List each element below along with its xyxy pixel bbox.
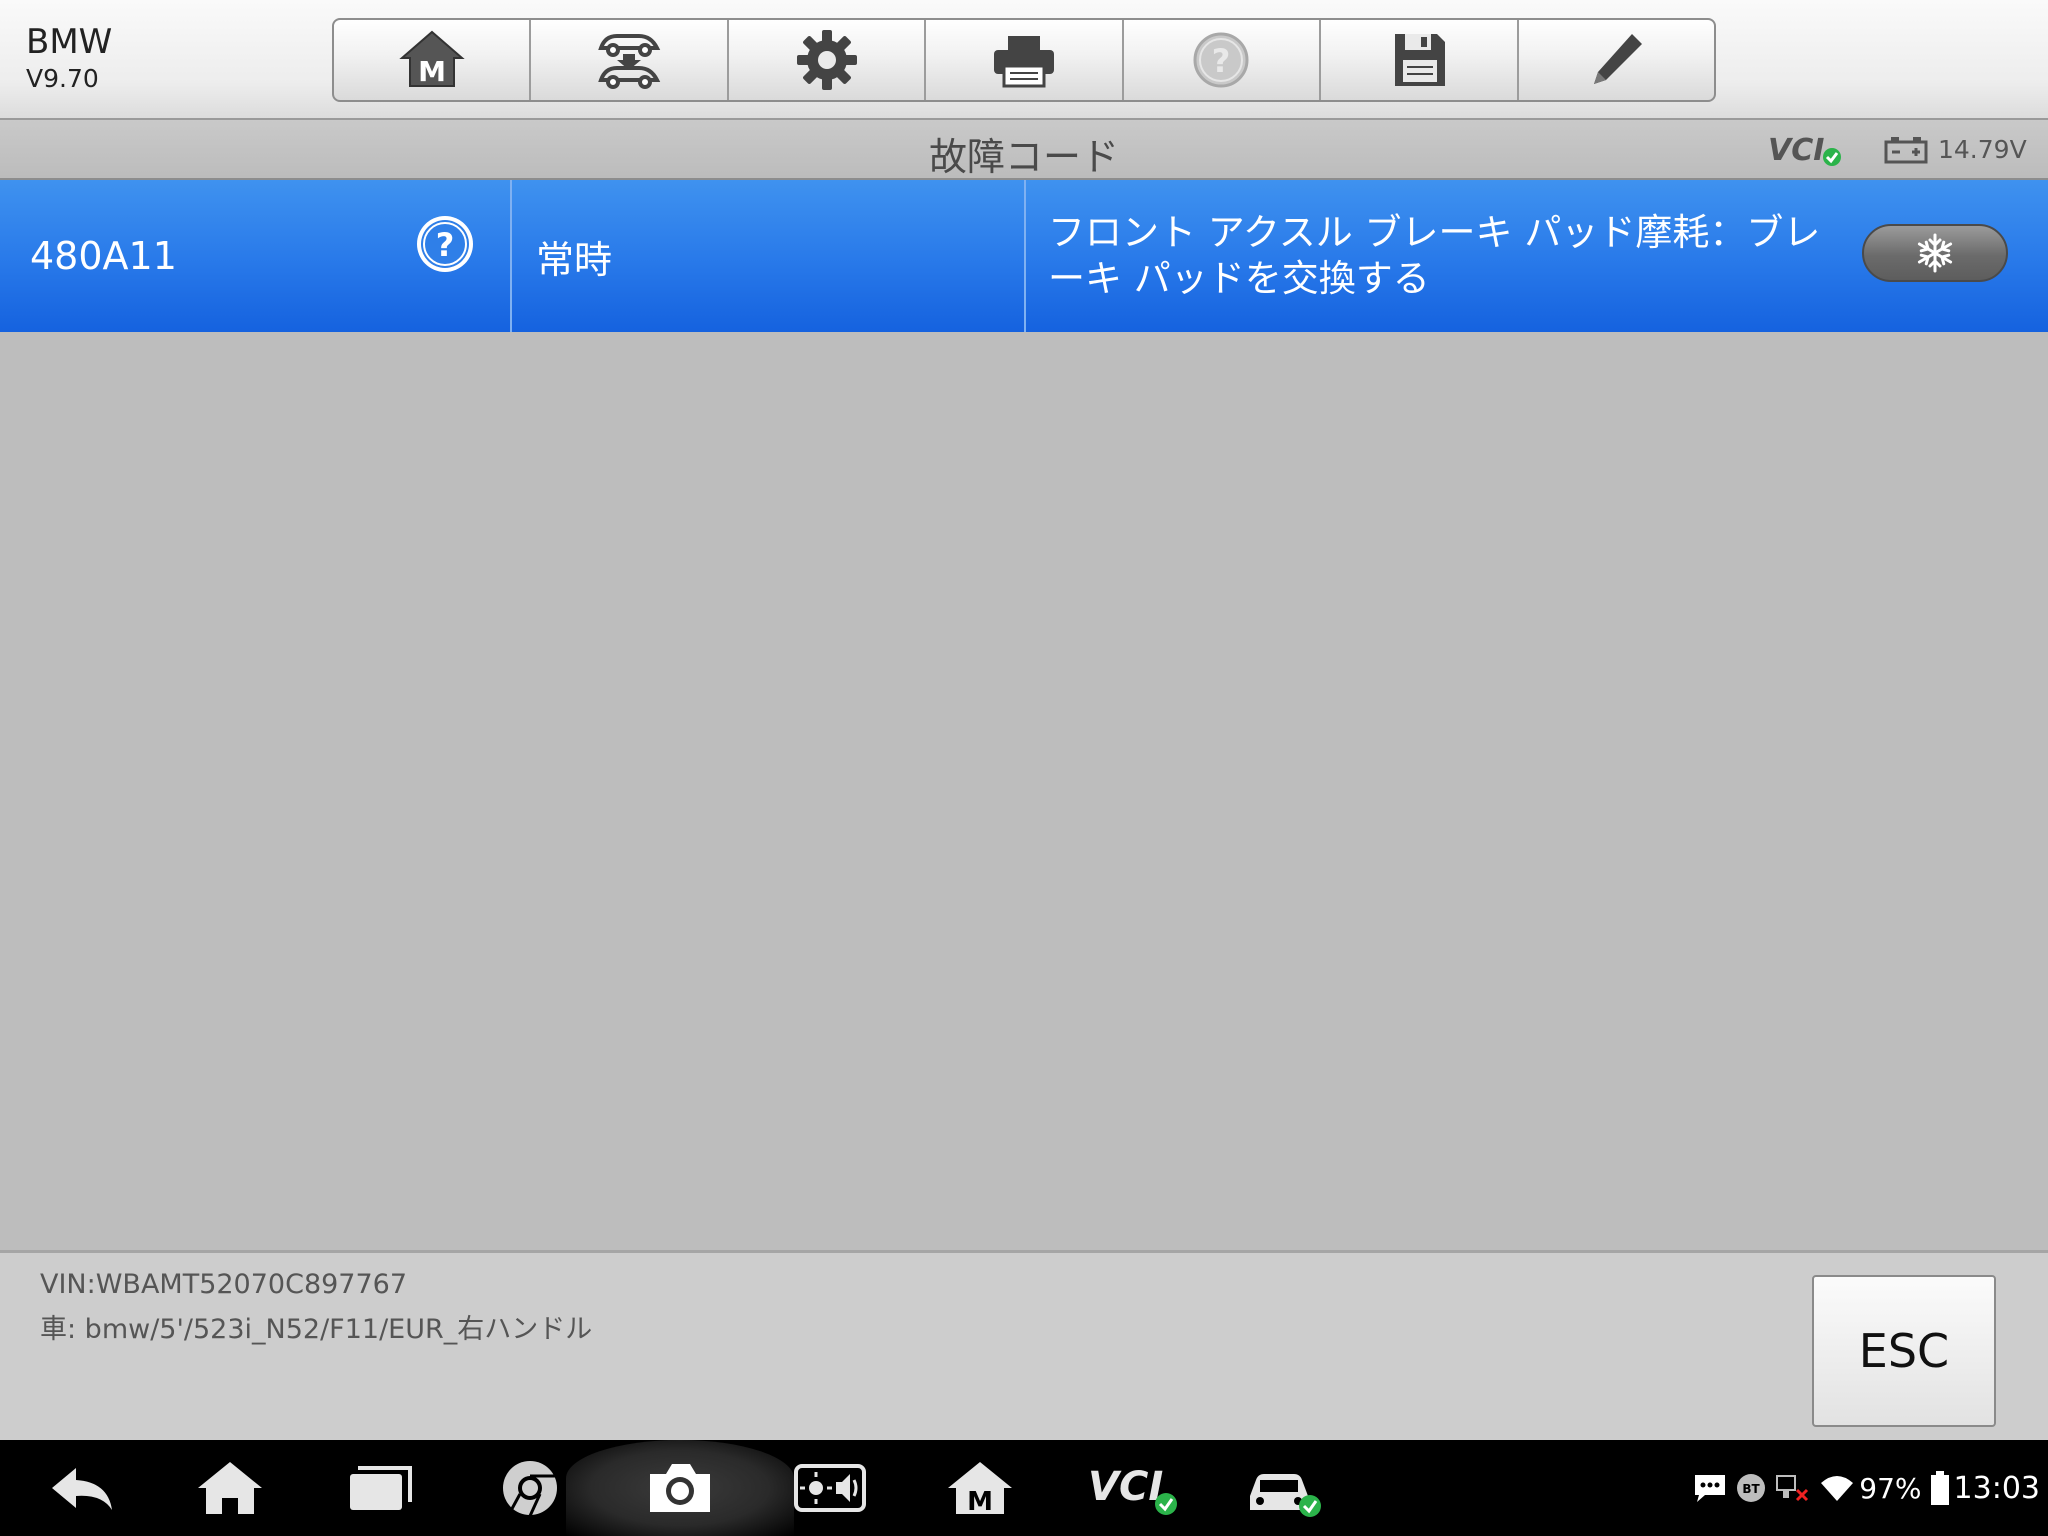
pencil-icon [1594,34,1643,84]
printer-icon [993,36,1054,88]
message-icon [1695,1475,1726,1502]
toolbar-edit-button[interactable] [1519,20,1714,100]
app-version: V9.70 [26,64,99,93]
bluetooth-icon: BT [1737,1474,1766,1502]
brand-block: BMW V9.70 [26,22,112,96]
gear-icon [796,30,857,90]
vci-icon[interactable]: VCI [1088,1458,1180,1518]
screen-title-bar: 故障コード VCI 14.79V [0,120,2048,180]
dtc-help-icon[interactable]: ? [414,213,476,275]
brightness-volume-icon[interactable] [794,1458,866,1518]
battery-percent: 97% [1859,1471,1922,1505]
bt-label: BT [1743,1482,1761,1496]
chrome-icon[interactable] [494,1458,566,1518]
toolbar-help-button[interactable]: ? [1124,20,1322,100]
home-icon[interactable] [194,1458,266,1518]
network-disconnected-icon [1776,1475,1809,1502]
help-icon: ? [1193,32,1249,88]
system-nav-bar: M VCI BT 97% 13:03 [0,1440,2048,1536]
recent-apps-icon[interactable] [344,1458,416,1518]
vehicle-swap-icon [598,34,661,89]
vci-connected-icon: VCI [1768,133,1841,168]
freeze-frame-button[interactable] [1862,224,2008,282]
vehicle-path-text: 車: bmw/5'/523i_N52/F11/EUR_右ハンドル [40,1314,593,1345]
maxisys-home-icon[interactable]: M [944,1458,1016,1518]
dtc-code: 480A11 [30,234,177,278]
vci-label: VCI [1768,133,1824,168]
snowflake-icon [1917,233,1953,273]
clock: 13:03 [1953,1470,2040,1506]
dtc-description: フロント アクスル ブレーキ パッド摩耗：ブレーキ パッドを交換する [1048,211,1821,300]
nav-vci-label: VCI [1088,1464,1163,1510]
toolbar-settings-button[interactable] [729,20,927,100]
page-title: 故障コード [928,135,1119,179]
svg-text:M: M [418,55,446,88]
dtc-row[interactable]: 480A11 ? 常時 フロント アクスル ブレーキ パッド摩耗：ブレーキ パッ… [0,180,2048,332]
brand-name: BMW [26,22,113,62]
vehicle-icon[interactable] [1244,1458,1324,1518]
dtc-description-cell: フロント アクスル ブレーキ パッド摩耗：ブレーキ パッドを交換する [1026,180,2048,332]
battery-icon [1930,1471,1949,1505]
dtc-status-cell: 常時 [512,180,1026,332]
status-bar: BT 97% 13:03 [1685,1468,2040,1508]
vin-text: VIN:WBAMT52070C897767 [40,1269,408,1300]
vehicle-info-footer: VIN:WBAMT52070C897767 車: bmw/5'/523i_N52… [0,1250,2048,1440]
wifi-icon [1821,1476,1854,1501]
save-icon [1394,34,1445,86]
dtc-status: 常時 [536,237,613,282]
main-toolbar: M ? [332,18,1716,102]
camera-icon[interactable] [644,1458,716,1518]
battery-voltage: 14.79V [1938,135,2027,164]
car-battery-icon [1884,137,1928,164]
back-icon[interactable] [46,1458,118,1518]
dtc-code-cell: 480A11 ? [0,180,512,332]
toolbar-print-button[interactable] [926,20,1124,100]
svg-text:?: ? [1212,42,1231,80]
svg-text:?: ? [436,226,455,264]
app-header: BMW V9.70 M ? [0,0,2048,120]
home-m-icon: M [399,30,465,88]
svg-text:M: M [967,1487,993,1517]
toolbar-vehicle-swap-button[interactable] [531,20,729,100]
toolbar-save-button[interactable] [1321,20,1519,100]
esc-button[interactable]: ESC [1812,1275,1996,1427]
dtc-list-area [0,332,2048,1250]
toolbar-home-button[interactable]: M [334,20,532,100]
